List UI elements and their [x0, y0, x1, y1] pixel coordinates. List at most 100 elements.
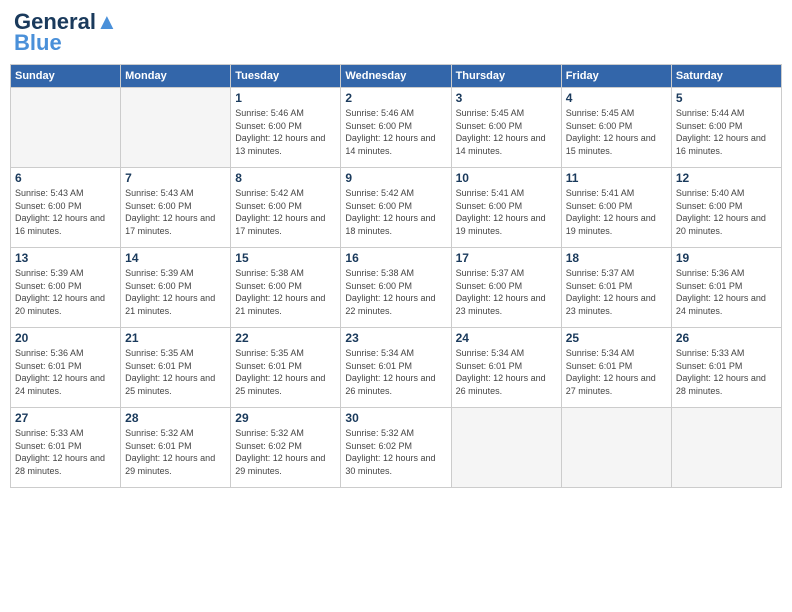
day-number: 7	[125, 171, 226, 185]
calendar-cell	[451, 408, 561, 488]
calendar-week-2: 6 Sunrise: 5:43 AMSunset: 6:00 PMDaylight…	[11, 168, 782, 248]
calendar-cell: 2 Sunrise: 5:46 AMSunset: 6:00 PMDaylight…	[341, 88, 451, 168]
calendar-cell: 5 Sunrise: 5:44 AMSunset: 6:00 PMDaylight…	[671, 88, 781, 168]
day-number: 11	[566, 171, 667, 185]
day-info: Sunrise: 5:33 AMSunset: 6:01 PMDaylight:…	[15, 427, 116, 477]
calendar-cell	[561, 408, 671, 488]
calendar-cell: 30Sunrise: 5:32 AMSunset: 6:02 PMDayligh…	[341, 408, 451, 488]
calendar-header-row: SundayMondayTuesdayWednesdayThursdayFrid…	[11, 65, 782, 88]
day-info: Sunrise: 5:46 AMSunset: 6:00 PMDaylight:…	[345, 107, 446, 157]
day-info: Sunrise: 5:39 AMSunset: 6:00 PMDaylight:…	[125, 267, 226, 317]
day-info: Sunrise: 5:44 AMSunset: 6:00 PMDaylight:…	[676, 107, 777, 157]
calendar-cell: 12 Sunrise: 5:40 AMSunset: 6:00 PMDayligh…	[671, 168, 781, 248]
calendar-cell: 8 Sunrise: 5:42 AMSunset: 6:00 PMDaylight…	[231, 168, 341, 248]
calendar-cell: 28 Sunrise: 5:32 AMSunset: 6:01 PMDayligh…	[121, 408, 231, 488]
day-number: 8	[235, 171, 336, 185]
day-number: 24	[456, 331, 557, 345]
calendar-cell: 18 Sunrise: 5:37 AMSunset: 6:01 PMDayligh…	[561, 248, 671, 328]
day-info: Sunrise: 5:32 AMSunset: 6:02 PMDaylight:…	[345, 427, 446, 477]
day-info: Sunrise: 5:34 AMSunset: 6:01 PMDaylight:…	[456, 347, 557, 397]
calendar-cell: 23 Sunrise: 5:34 AMSunset: 6:01 PMDayligh…	[341, 328, 451, 408]
calendar-cell: 14 Sunrise: 5:39 AMSunset: 6:00 PMDayligh…	[121, 248, 231, 328]
day-info: Sunrise: 5:34 AMSunset: 6:01 PMDaylight:…	[566, 347, 667, 397]
day-number: 15	[235, 251, 336, 265]
day-number: 3	[456, 91, 557, 105]
calendar-cell: 24 Sunrise: 5:34 AMSunset: 6:01 PMDayligh…	[451, 328, 561, 408]
day-number: 29	[235, 411, 336, 425]
day-number: 21	[125, 331, 226, 345]
day-info: Sunrise: 5:38 AMSunset: 6:00 PMDaylight:…	[235, 267, 336, 317]
day-number: 10	[456, 171, 557, 185]
calendar-cell	[121, 88, 231, 168]
day-number: 18	[566, 251, 667, 265]
day-number: 14	[125, 251, 226, 265]
day-number: 26	[676, 331, 777, 345]
day-info: Sunrise: 5:45 AMSunset: 6:00 PMDaylight:…	[566, 107, 667, 157]
logo: General▲ Blue	[14, 10, 118, 56]
calendar-cell: 13 Sunrise: 5:39 AMSunset: 6:00 PMDayligh…	[11, 248, 121, 328]
day-info: Sunrise: 5:34 AMSunset: 6:01 PMDaylight:…	[345, 347, 446, 397]
day-number: 2	[345, 91, 446, 105]
calendar-cell: 22 Sunrise: 5:35 AMSunset: 6:01 PMDayligh…	[231, 328, 341, 408]
day-number: 28	[125, 411, 226, 425]
calendar-table: SundayMondayTuesdayWednesdayThursdayFrid…	[10, 64, 782, 488]
day-number: 23	[345, 331, 446, 345]
day-info: Sunrise: 5:43 AMSunset: 6:00 PMDaylight:…	[15, 187, 116, 237]
calendar-cell: 25 Sunrise: 5:34 AMSunset: 6:01 PMDayligh…	[561, 328, 671, 408]
calendar-week-1: 1 Sunrise: 5:46 AMSunset: 6:00 PMDaylight…	[11, 88, 782, 168]
day-number: 16	[345, 251, 446, 265]
weekday-header-sunday: Sunday	[11, 65, 121, 88]
calendar-cell: 9 Sunrise: 5:42 AMSunset: 6:00 PMDaylight…	[341, 168, 451, 248]
calendar-cell: 29 Sunrise: 5:32 AMSunset: 6:02 PMDayligh…	[231, 408, 341, 488]
day-number: 13	[15, 251, 116, 265]
calendar-cell: 3Sunrise: 5:45 AMSunset: 6:00 PMDaylight…	[451, 88, 561, 168]
calendar-cell: 26 Sunrise: 5:33 AMSunset: 6:01 PMDayligh…	[671, 328, 781, 408]
calendar-cell: 19 Sunrise: 5:36 AMSunset: 6:01 PMDayligh…	[671, 248, 781, 328]
day-number: 5	[676, 91, 777, 105]
day-info: Sunrise: 5:35 AMSunset: 6:01 PMDaylight:…	[125, 347, 226, 397]
day-number: 19	[676, 251, 777, 265]
day-info: Sunrise: 5:40 AMSunset: 6:00 PMDaylight:…	[676, 187, 777, 237]
day-info: Sunrise: 5:35 AMSunset: 6:01 PMDaylight:…	[235, 347, 336, 397]
calendar-cell: 6 Sunrise: 5:43 AMSunset: 6:00 PMDaylight…	[11, 168, 121, 248]
calendar-week-5: 27 Sunrise: 5:33 AMSunset: 6:01 PMDayligh…	[11, 408, 782, 488]
day-info: Sunrise: 5:32 AMSunset: 6:02 PMDaylight:…	[235, 427, 336, 477]
logo-blue-text: Blue	[14, 30, 62, 56]
day-info: Sunrise: 5:36 AMSunset: 6:01 PMDaylight:…	[676, 267, 777, 317]
calendar-cell: 20Sunrise: 5:36 AMSunset: 6:01 PMDayligh…	[11, 328, 121, 408]
day-info: Sunrise: 5:41 AMSunset: 6:00 PMDaylight:…	[456, 187, 557, 237]
day-info: Sunrise: 5:46 AMSunset: 6:00 PMDaylight:…	[235, 107, 336, 157]
day-info: Sunrise: 5:42 AMSunset: 6:00 PMDaylight:…	[345, 187, 446, 237]
day-number: 20	[15, 331, 116, 345]
calendar-cell: 16 Sunrise: 5:38 AMSunset: 6:00 PMDayligh…	[341, 248, 451, 328]
calendar-cell	[671, 408, 781, 488]
calendar-week-4: 20Sunrise: 5:36 AMSunset: 6:01 PMDayligh…	[11, 328, 782, 408]
calendar-cell	[11, 88, 121, 168]
day-info: Sunrise: 5:33 AMSunset: 6:01 PMDaylight:…	[676, 347, 777, 397]
day-number: 6	[15, 171, 116, 185]
day-info: Sunrise: 5:37 AMSunset: 6:01 PMDaylight:…	[566, 267, 667, 317]
day-number: 22	[235, 331, 336, 345]
day-number: 17	[456, 251, 557, 265]
day-number: 9	[345, 171, 446, 185]
page-header: General▲ Blue	[10, 10, 782, 56]
day-info: Sunrise: 5:32 AMSunset: 6:01 PMDaylight:…	[125, 427, 226, 477]
day-info: Sunrise: 5:42 AMSunset: 6:00 PMDaylight:…	[235, 187, 336, 237]
day-number: 27	[15, 411, 116, 425]
calendar-cell: 7Sunrise: 5:43 AMSunset: 6:00 PMDaylight…	[121, 168, 231, 248]
day-number: 1	[235, 91, 336, 105]
calendar-cell: 4Sunrise: 5:45 AMSunset: 6:00 PMDaylight…	[561, 88, 671, 168]
day-info: Sunrise: 5:38 AMSunset: 6:00 PMDaylight:…	[345, 267, 446, 317]
day-info: Sunrise: 5:41 AMSunset: 6:00 PMDaylight:…	[566, 187, 667, 237]
calendar-cell: 27 Sunrise: 5:33 AMSunset: 6:01 PMDayligh…	[11, 408, 121, 488]
weekday-header-monday: Monday	[121, 65, 231, 88]
logo-blue: ▲	[96, 9, 118, 34]
day-number: 12	[676, 171, 777, 185]
weekday-header-wednesday: Wednesday	[341, 65, 451, 88]
day-number: 25	[566, 331, 667, 345]
day-info: Sunrise: 5:37 AMSunset: 6:00 PMDaylight:…	[456, 267, 557, 317]
day-info: Sunrise: 5:39 AMSunset: 6:00 PMDaylight:…	[15, 267, 116, 317]
calendar-cell: 17 Sunrise: 5:37 AMSunset: 6:00 PMDayligh…	[451, 248, 561, 328]
calendar-cell: 1 Sunrise: 5:46 AMSunset: 6:00 PMDaylight…	[231, 88, 341, 168]
weekday-header-friday: Friday	[561, 65, 671, 88]
